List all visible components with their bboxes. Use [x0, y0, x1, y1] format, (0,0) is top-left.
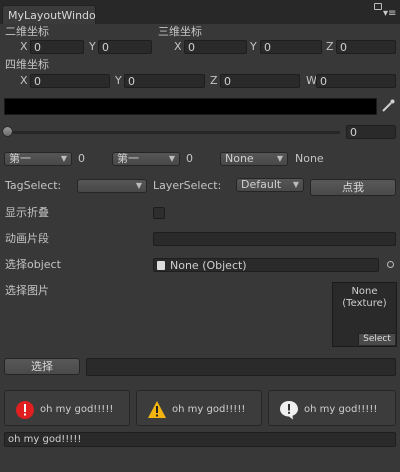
texture-select-button[interactable]: Select — [358, 333, 395, 345]
target-icon[interactable] — [387, 261, 394, 268]
vector4-x-label: X — [20, 74, 28, 87]
popup-2[interactable]: 第一 ▼ — [112, 152, 180, 166]
eyedropper-icon[interactable] — [380, 98, 396, 114]
texture-value-line1: None — [351, 286, 378, 297]
anim-field[interactable] — [153, 232, 396, 246]
help-box-info: oh my god!!!!! — [268, 390, 396, 426]
document-icon — [157, 261, 165, 270]
object-field-value: None (Object) — [170, 259, 247, 272]
chevron-down-icon: ▼ — [292, 180, 299, 189]
color-field[interactable] — [4, 98, 377, 115]
popup-2-value: 0 — [186, 152, 193, 165]
vector3-z-label: Z — [326, 40, 334, 53]
popup-2-selected: 第一 — [117, 152, 139, 165]
window-tab-title: MyLayoutWindo — [8, 9, 96, 22]
help-text-warning: oh my god!!!!! — [172, 404, 246, 415]
vector4-y-label: Y — [115, 74, 122, 87]
texture-field[interactable]: None (Texture) Select — [332, 282, 397, 347]
popup-1[interactable]: 第一 ▼ — [4, 152, 72, 166]
vector2-x-label: X — [20, 40, 28, 53]
chevron-down-icon: ▼ — [168, 154, 175, 163]
layer-select-label: LayerSelect: — [153, 179, 222, 192]
menu-icon[interactable]: ▾≡ — [383, 9, 396, 19]
vector4-w-field[interactable]: 0 — [316, 74, 396, 88]
vector3-label: 三维坐标 — [158, 25, 202, 38]
error-icon — [16, 401, 34, 419]
tag-select-popup[interactable]: ▼ — [77, 179, 147, 193]
vector4-z-field[interactable]: 0 — [220, 74, 300, 88]
click-me-button[interactable]: 点我 — [310, 179, 396, 196]
select-button[interactable]: 选择 — [4, 358, 80, 375]
bottom-text-field[interactable]: oh my god!!!!! — [4, 432, 396, 447]
vector2-x-field[interactable]: 0 — [30, 40, 84, 54]
object-label: 选择object — [5, 258, 61, 271]
texture-value-line2: (Texture) — [342, 298, 387, 309]
slider-track[interactable] — [8, 131, 340, 134]
vector2-y-field[interactable]: 0 — [98, 40, 152, 54]
object-field[interactable]: None (Object) — [153, 258, 379, 272]
lock-icon[interactable] — [374, 3, 382, 10]
slider-value-field[interactable]: 0 — [346, 125, 396, 139]
popup-3[interactable]: None ▼ — [220, 152, 288, 166]
toggle-label: 显示折叠 — [5, 206, 49, 219]
info-icon — [280, 401, 298, 420]
popup-3-selected: None — [225, 152, 254, 165]
vector2-y-label: Y — [89, 40, 96, 53]
help-box-warning: oh my god!!!!! — [136, 390, 262, 426]
vector4-label: 四维坐标 — [5, 58, 49, 71]
tag-select-label: TagSelect: — [5, 179, 62, 192]
anim-label: 动画片段 — [5, 232, 49, 245]
chevron-down-icon: ▼ — [60, 154, 67, 163]
help-text-info: oh my god!!!!! — [304, 404, 378, 415]
chevron-down-icon: ▼ — [276, 154, 283, 163]
vector3-y-label: Y — [250, 40, 257, 53]
vector2-label: 二维坐标 — [5, 25, 49, 38]
popup-1-value: 0 — [78, 152, 85, 165]
vector3-y-field[interactable]: 0 — [260, 40, 322, 54]
vector4-x-field[interactable]: 0 — [30, 74, 110, 88]
vector3-z-field[interactable]: 0 — [336, 40, 396, 54]
slider-thumb[interactable] — [2, 126, 13, 137]
popup-3-value: None — [295, 152, 324, 165]
layer-select-value: Default — [241, 178, 282, 191]
foldout-toggle[interactable] — [153, 207, 165, 219]
vector3-x-field[interactable]: 0 — [184, 40, 247, 54]
help-text-error: oh my god!!!!! — [40, 404, 114, 415]
texture-label: 选择图片 — [5, 284, 49, 297]
chevron-down-icon: ▼ — [135, 181, 142, 190]
warning-icon — [148, 401, 166, 418]
layer-select-popup[interactable]: Default ▼ — [236, 178, 304, 192]
vector4-y-field[interactable]: 0 — [124, 74, 205, 88]
select-field[interactable] — [86, 358, 396, 376]
vector4-z-label: Z — [210, 74, 218, 87]
window-tab[interactable]: MyLayoutWindo — [2, 5, 96, 24]
vector3-x-label: X — [174, 40, 182, 53]
popup-1-selected: 第一 — [9, 152, 31, 165]
help-box-error: oh my god!!!!! — [4, 390, 130, 426]
